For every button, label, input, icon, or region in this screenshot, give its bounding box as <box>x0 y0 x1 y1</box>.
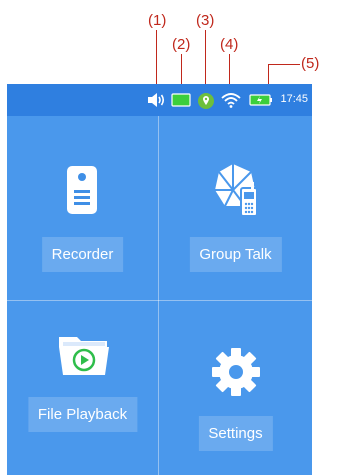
app-tile-recorder[interactable]: Recorder <box>7 116 158 300</box>
callout-label-3: (3) <box>196 12 215 29</box>
app-label-recorder: Recorder <box>41 237 124 272</box>
callout-label-4: (4) <box>220 36 239 53</box>
app-label-file-playback: File Playback <box>27 397 138 432</box>
app-tile-file-playback[interactable]: File Playback <box>7 301 158 475</box>
device-screen: 17:45 Recorder Group Talk File Playback … <box>7 84 312 475</box>
settings-gear-icon <box>211 347 261 402</box>
tile-divider-vertical <box>158 116 159 475</box>
recorder-icon <box>65 164 99 221</box>
callout-label-2: (2) <box>172 36 191 53</box>
callout-label-5: (5) <box>301 55 320 72</box>
battery-icon <box>249 92 273 108</box>
speaker-icon <box>147 92 167 108</box>
callout-label-1: (1) <box>148 12 167 29</box>
status-time: 17:45 <box>280 93 308 105</box>
app-tile-settings[interactable]: Settings <box>159 301 312 475</box>
tile-divider-horizontal <box>7 300 312 301</box>
group-talk-icon <box>211 162 263 223</box>
status-bar: 17:45 <box>7 84 312 116</box>
app-label-settings: Settings <box>198 416 273 451</box>
app-tile-group-talk[interactable]: Group Talk <box>159 116 312 300</box>
wifi-icon <box>221 92 241 108</box>
app-label-group-talk: Group Talk <box>189 237 282 272</box>
gps-icon <box>197 92 215 109</box>
file-playback-icon <box>57 331 111 382</box>
camera-status-icon <box>171 92 191 108</box>
callout-line-5 <box>268 64 300 65</box>
